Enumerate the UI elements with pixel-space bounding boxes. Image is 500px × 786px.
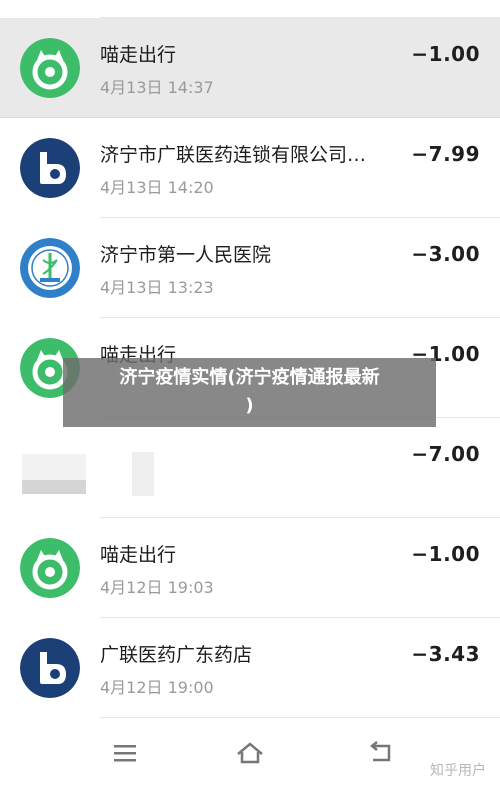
transaction-time: 4月12日 19:00 [100, 678, 214, 697]
transaction-row[interactable]: 济宁市广联医药连锁有限公司… 4月13日 14:20 −7.99 [0, 118, 500, 218]
transaction-amount: −1.00 [411, 42, 480, 66]
merchant-name: 喵走出行 [100, 544, 177, 566]
watermark: 知乎用户 [430, 763, 486, 779]
transaction-row[interactable]: 喵走出行 4月13日 14:37 −1.00 [0, 18, 500, 118]
back-icon[interactable] [367, 740, 397, 766]
system-nav-bar: 知乎用户 [0, 718, 500, 786]
hospital-seal-icon [20, 238, 80, 298]
merchant-name: 广联医药广东药店 [100, 644, 253, 666]
transaction-amount: −1.00 [411, 542, 480, 566]
transaction-row[interactable]: 喵走出行 4月12日 19:03 −1.00 [0, 518, 500, 618]
merchant-name: 喵走出行 [100, 44, 177, 66]
meow-travel-icon [20, 38, 80, 98]
guanglian-pharmacy-icon [20, 638, 80, 698]
transaction-amount: −7.00 [411, 442, 480, 466]
transaction-amount: −3.00 [411, 242, 480, 266]
transaction-row[interactable]: −7.00 [0, 418, 500, 518]
caption-text: 济宁疫情实情(济宁疫情通报最新 ) [119, 367, 380, 416]
transaction-row[interactable]: 济宁市第一人民医院 4月13日 13:23 −3.00 [0, 218, 500, 318]
caption-overlay: 济宁疫情实情(济宁疫情通报最新 ) [63, 358, 436, 427]
transaction-amount: −3.43 [411, 642, 480, 666]
blurred-placeholder [22, 452, 154, 502]
merchant-name: 济宁市广联医药连锁有限公司… [100, 144, 367, 166]
home-icon[interactable] [235, 740, 265, 766]
guanglian-pharmacy-icon [20, 138, 80, 198]
meow-travel-icon [20, 538, 80, 598]
merchant-name: 济宁市第一人民医院 [100, 244, 272, 266]
transaction-time: 4月12日 19:03 [100, 578, 214, 597]
top-strip [0, 0, 500, 18]
transaction-time: 4月13日 13:23 [100, 278, 214, 297]
transaction-amount: −7.99 [411, 142, 480, 166]
transaction-time: 4月13日 14:20 [100, 178, 214, 197]
transaction-time: 4月13日 14:37 [100, 78, 214, 97]
transaction-row[interactable]: 广联医药广东药店 4月12日 19:00 −3.43 [0, 618, 500, 718]
menu-icon[interactable] [110, 740, 140, 766]
